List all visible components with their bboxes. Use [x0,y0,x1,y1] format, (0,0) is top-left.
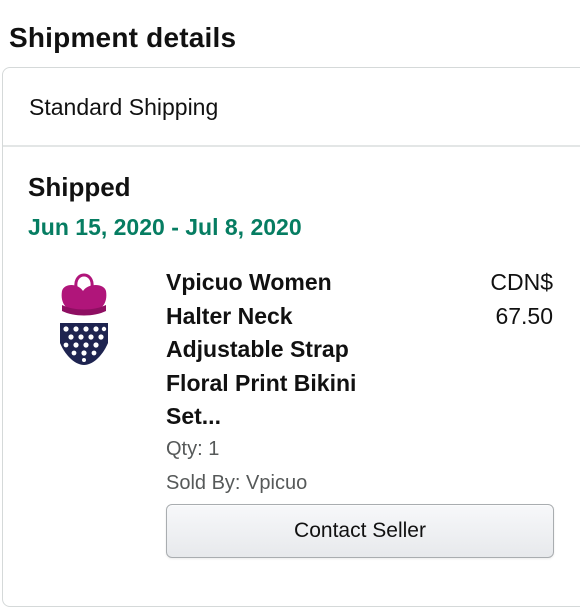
bikini-thumbnail-icon [60,273,108,365]
product-price: CDN$ 67.50 [443,266,553,333]
product-title-line: Vpicuo Women [166,269,332,295]
sold-by-label: Sold By: Vpicuo [166,472,308,494]
price-amount: 67.50 [495,302,553,329]
quantity-label: Qty: 1 [166,438,220,460]
page-title: Shipment details [9,22,237,53]
product-title-line: Halter Neck [166,302,293,329]
shipping-method-row: Standard Shipping [3,68,580,147]
contact-seller-button[interactable]: Contact Seller [166,504,554,558]
delivery-date-range: Jun 15, 2020 - Jul 8, 2020 [28,214,302,240]
shipment-status: Shipped [28,172,131,202]
product-title-line: Set... [166,403,221,429]
product-thumbnail[interactable] [54,265,114,371]
product-title-line: Adjustable Strap [166,336,349,362]
price-currency: CDN$ [490,269,553,295]
product-title-line: Floral Print Bikini [166,369,357,396]
shipping-method-label: Standard Shipping [29,94,219,120]
product-title-link[interactable]: Vpicuo Women Halter Neck Adjustable Stra… [166,266,396,434]
